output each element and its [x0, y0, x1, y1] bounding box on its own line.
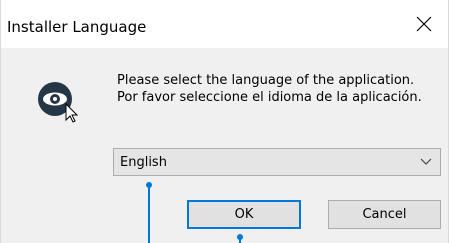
instruction-text: Please select the language of the applic…: [117, 73, 422, 105]
window-title: Installer Language: [7, 18, 147, 36]
close-icon: [416, 16, 432, 32]
installer-language-dialog: Installer Language Please select the lan…: [0, 0, 449, 243]
close-button[interactable]: [402, 0, 448, 48]
select-marker-line: [148, 186, 150, 243]
language-select[interactable]: English: [113, 148, 441, 176]
ok-button[interactable]: OK: [187, 200, 301, 229]
language-select-value: English: [120, 155, 167, 170]
eye-icon: [33, 76, 87, 126]
title-bar[interactable]: Installer Language: [1, 0, 448, 48]
chevron-down-icon: [420, 158, 432, 165]
ok-marker-line: [239, 238, 241, 243]
cancel-button[interactable]: Cancel: [328, 200, 441, 229]
